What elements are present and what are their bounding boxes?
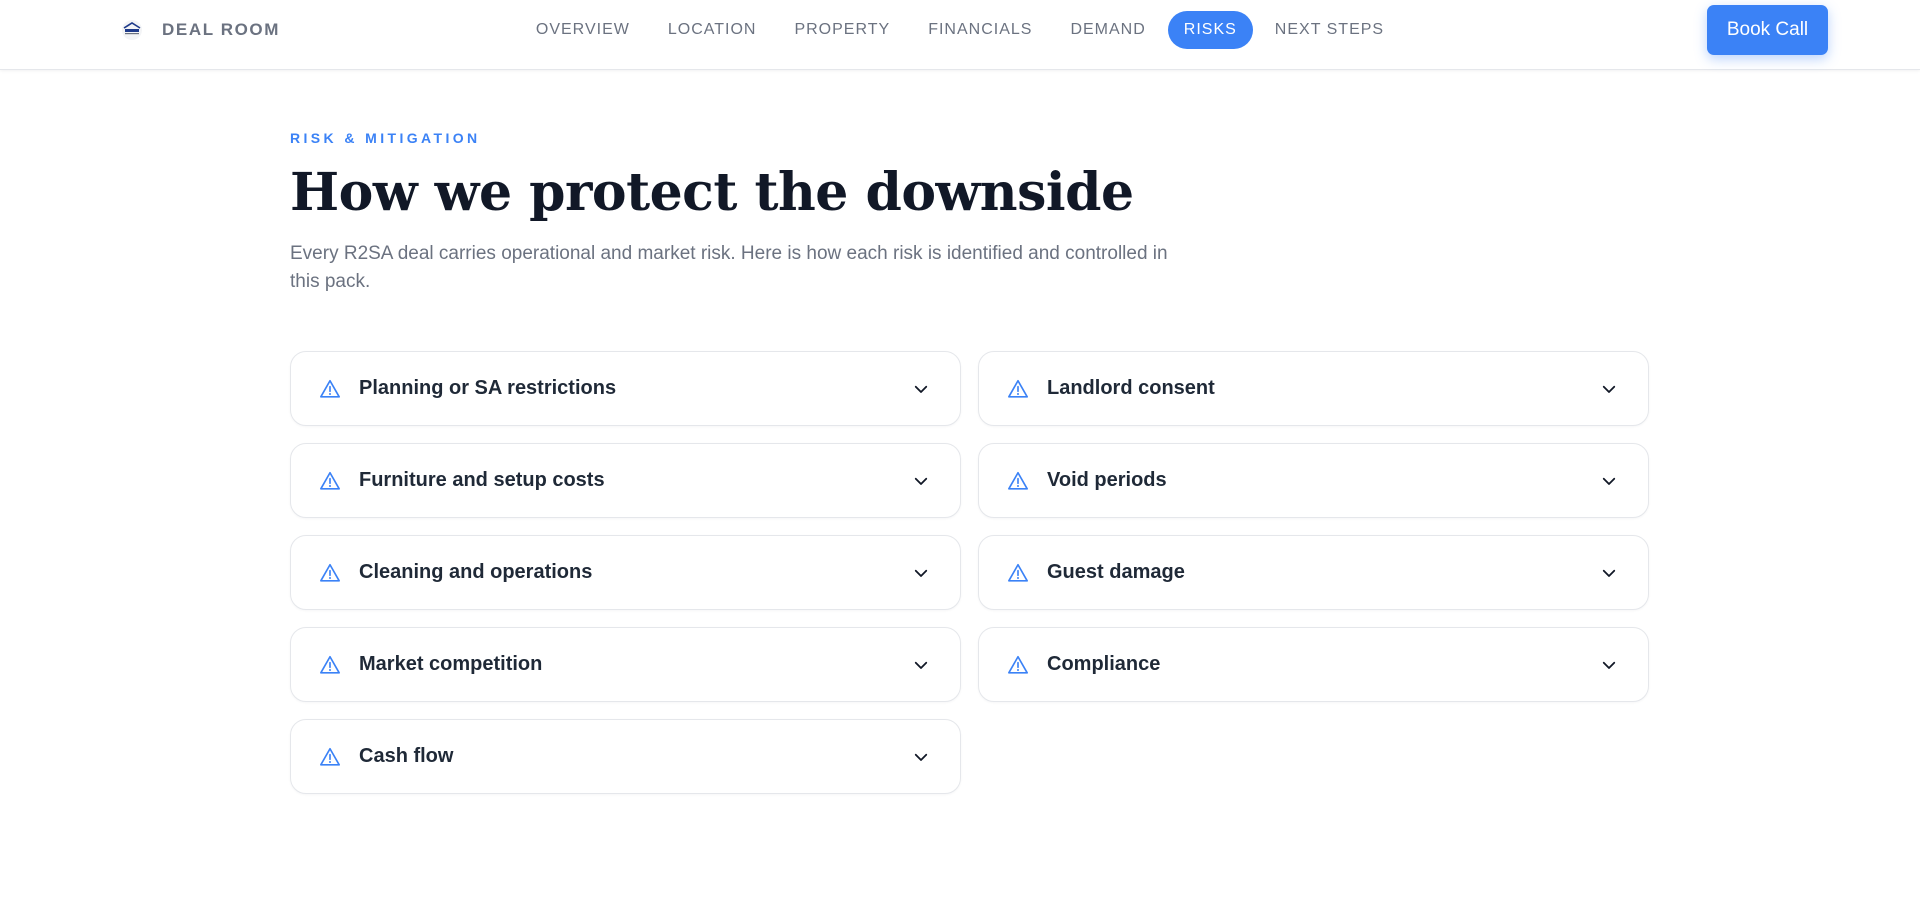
risk-card-compliance[interactable]: Compliance	[978, 627, 1649, 702]
chevron-down-icon[interactable]	[912, 656, 930, 674]
nav-item-next-steps[interactable]: NEXT STEPS	[1259, 11, 1400, 49]
nav-item-location[interactable]: LOCATION	[652, 11, 773, 49]
risk-card-cash-flow[interactable]: Cash flow	[290, 719, 961, 794]
risk-card-void-periods[interactable]: Void periods	[978, 443, 1649, 518]
chevron-down-icon[interactable]	[912, 564, 930, 582]
risk-card-label: Cleaning and operations	[359, 561, 593, 583]
nav-item-financials[interactable]: FINANCIALS	[912, 11, 1048, 49]
chevron-down-icon[interactable]	[912, 748, 930, 766]
chevron-down-icon[interactable]	[1600, 564, 1618, 582]
chevron-down-icon[interactable]	[912, 472, 930, 490]
top-navigation-bar: DEAL ROOM OVERVIEW LOCATION PROPERTY FIN…	[0, 0, 1920, 70]
warning-icon	[1008, 471, 1028, 490]
chevron-down-icon[interactable]	[1600, 472, 1618, 490]
section-eyebrow: RISK & MITIGATION	[290, 130, 481, 146]
risk-card-market-competition[interactable]: Market competition	[290, 627, 961, 702]
risk-card-label: Planning or SA restrictions	[359, 377, 617, 399]
warning-icon	[1008, 655, 1028, 674]
warning-icon	[320, 747, 340, 766]
risk-card-label: Compliance	[1047, 653, 1161, 675]
risk-card-label: Landlord consent	[1047, 377, 1215, 399]
section-description: Every R2SA deal carries operational and …	[290, 243, 1168, 292]
warning-icon	[1008, 379, 1028, 398]
warning-icon	[320, 655, 340, 674]
nav-item-demand[interactable]: DEMAND	[1054, 11, 1161, 49]
book-call-button[interactable]: Book Call	[1707, 5, 1828, 55]
risk-card-label: Guest damage	[1047, 561, 1185, 583]
risk-card-landlord-consent[interactable]: Landlord consent	[978, 351, 1649, 426]
risk-card-furniture-setup[interactable]: Furniture and setup costs	[290, 443, 961, 518]
warning-icon	[1008, 563, 1028, 582]
chevron-down-icon[interactable]	[912, 380, 930, 398]
nav-item-overview[interactable]: OVERVIEW	[520, 11, 646, 49]
risk-card-label: Furniture and setup costs	[359, 469, 605, 491]
chevron-down-icon[interactable]	[1600, 380, 1618, 398]
chevron-down-icon[interactable]	[1600, 656, 1618, 674]
risk-card-label: Cash flow	[359, 745, 454, 767]
risk-card-label: Market competition	[359, 653, 543, 675]
risk-card-label: Void periods	[1047, 469, 1167, 491]
warning-icon	[320, 563, 340, 582]
warning-icon	[320, 471, 340, 490]
risk-card-guest-damage[interactable]: Guest damage	[978, 535, 1649, 610]
page-title: How we protect the downside	[290, 162, 1134, 223]
main-nav: OVERVIEW LOCATION PROPERTY FINANCIALS DE…	[0, 10, 1920, 50]
nav-item-risks[interactable]: RISKS	[1167, 11, 1253, 49]
risk-card-planning[interactable]: Planning or SA restrictions	[290, 351, 961, 426]
nav-item-property[interactable]: PROPERTY	[778, 11, 906, 49]
risk-card-cleaning-operations[interactable]: Cleaning and operations	[290, 535, 961, 610]
warning-icon	[320, 379, 340, 398]
